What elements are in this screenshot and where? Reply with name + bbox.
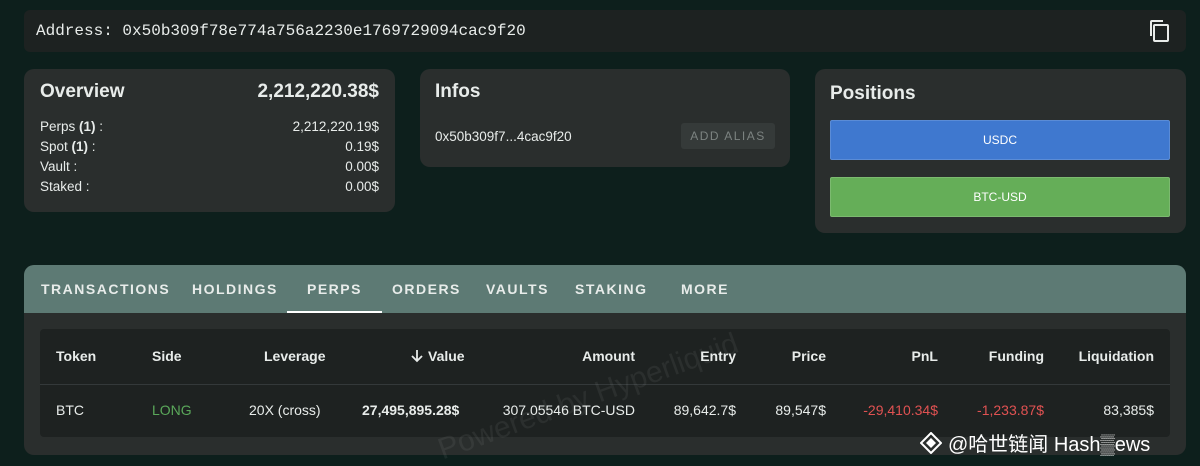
infos-card: Infos 0x50b309f7...4cac9f20 ADD ALIAS	[420, 69, 790, 167]
overview-row-spot: Spot (1) : 0.19$	[40, 137, 379, 157]
cell-amount: 307.05546 BTC-USD	[502, 402, 635, 418]
column-header-leverage[interactable]: Leverage	[264, 348, 325, 364]
tab-holdings[interactable]: HOLDINGS	[192, 265, 278, 313]
positions-card: Positions USDC BTC-USD	[815, 69, 1186, 233]
cell-pnl: -29,410.34$	[863, 402, 938, 418]
short-address: 0x50b309f7...4cac9f20	[435, 128, 572, 144]
cell-liquidation: 83,385$	[1103, 402, 1154, 418]
cell-value: 27,495,895.28$	[362, 402, 460, 418]
tab-staking[interactable]: STAKING	[575, 265, 647, 313]
overview-card: Overview 2,212,220.38$ Perps (1) : 2,212…	[24, 69, 395, 212]
cell-entry: 89,642.7$	[673, 402, 736, 418]
overview-value: 2,212,220.19$	[292, 119, 379, 134]
diamond-logo-icon	[920, 431, 942, 454]
tab-vaults[interactable]: VAULTS	[486, 265, 549, 313]
copy-icon[interactable]	[1148, 19, 1170, 43]
cell-leverage: 20X (cross)	[249, 402, 321, 418]
infos-title: Infos	[435, 81, 481, 102]
position-usdc-button[interactable]: USDC	[830, 120, 1170, 160]
overview-value: 0.00$	[345, 159, 379, 174]
column-header-value[interactable]: Value	[410, 348, 465, 364]
tab-bar: TRANSACTIONS HOLDINGS PERPS ORDERS VAULT…	[24, 265, 1186, 313]
address-text: Address: 0x50b309f78e774a756a2230e176972…	[36, 22, 526, 40]
positions-title: Positions	[830, 83, 916, 104]
table-divider	[40, 384, 1170, 385]
arrow-down-icon	[411, 350, 423, 363]
footer-brand: @哈世链闻 Hash▒ews	[920, 428, 1150, 457]
positions-table: Token Side Leverage Value Amount Entry P…	[40, 329, 1170, 437]
column-header-price[interactable]: Price	[792, 348, 826, 364]
column-header-liquidation[interactable]: Liquidation	[1079, 348, 1154, 364]
column-header-funding[interactable]: Funding	[989, 348, 1044, 364]
address-bar: Address: 0x50b309f78e774a756a2230e176972…	[24, 10, 1186, 52]
column-header-amount[interactable]: Amount	[582, 348, 635, 364]
tab-transactions[interactable]: TRANSACTIONS	[41, 265, 170, 313]
overview-value: 0.00$	[345, 179, 379, 194]
cell-side: LONG	[152, 402, 192, 418]
overview-row-vault: Vault : 0.00$	[40, 157, 379, 177]
overview-value: 0.19$	[345, 139, 379, 154]
cell-funding: -1,233.87$	[977, 402, 1044, 418]
column-header-token[interactable]: Token	[56, 348, 96, 364]
column-header-side[interactable]: Side	[152, 348, 182, 364]
column-header-pnl[interactable]: PnL	[912, 348, 938, 364]
overview-total: 2,212,220.38$	[257, 81, 379, 102]
overview-row-perps: Perps (1) : 2,212,220.19$	[40, 117, 379, 137]
position-btc-usd-button[interactable]: BTC-USD	[830, 177, 1170, 217]
tab-perps[interactable]: PERPS	[287, 265, 382, 313]
add-alias-button[interactable]: ADD ALIAS	[681, 123, 775, 149]
column-header-entry[interactable]: Entry	[700, 348, 736, 364]
tab-orders[interactable]: ORDERS	[392, 265, 461, 313]
cell-token: BTC	[56, 402, 84, 418]
tab-more[interactable]: MORE	[681, 265, 729, 313]
overview-title: Overview	[40, 81, 125, 102]
overview-row-staked: Staked : 0.00$	[40, 177, 379, 197]
cell-price: 89,547$	[775, 402, 826, 418]
tabs-panel: TRANSACTIONS HOLDINGS PERPS ORDERS VAULT…	[24, 265, 1186, 455]
